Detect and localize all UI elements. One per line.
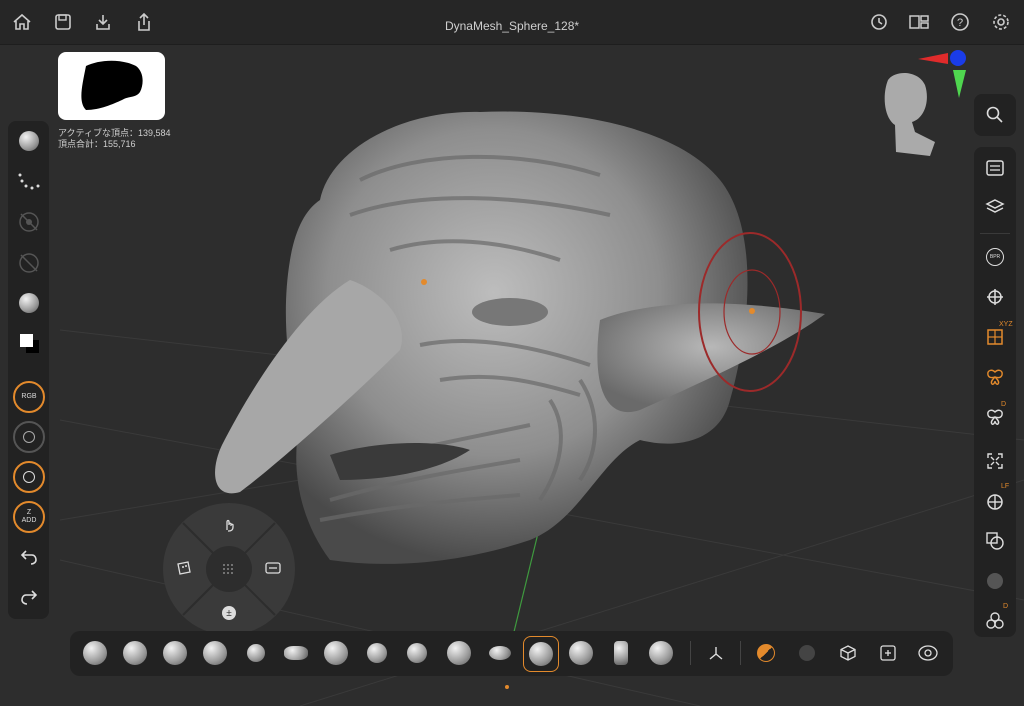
bpr-icon[interactable]: BPR <box>983 245 1007 269</box>
ghost-icon[interactable] <box>983 569 1007 593</box>
page-indicator <box>505 685 509 689</box>
active-vertices-label: アクティブな頂点：139,584 <box>58 128 171 138</box>
redo-icon[interactable] <box>17 585 41 609</box>
brush-curl-icon[interactable] <box>646 638 676 668</box>
texture-off-icon[interactable] <box>17 251 41 275</box>
d-label: D <box>1001 401 1007 408</box>
brush-trim-icon[interactable] <box>362 638 392 668</box>
info-icon[interactable] <box>913 638 943 668</box>
color-swatch-icon[interactable] <box>17 331 41 355</box>
z-add-icon[interactable]: Z ADD <box>13 501 45 533</box>
brush-snakehook-icon[interactable] <box>485 638 515 668</box>
subtool-icon[interactable]: D <box>983 603 1008 633</box>
brush-selected-icon[interactable] <box>523 636 559 672</box>
brush-planar-icon[interactable] <box>566 638 596 668</box>
left-toolbar: RGB Z ADD <box>8 121 49 619</box>
svg-text:?: ? <box>957 17 963 29</box>
add-label: ADD <box>21 517 37 524</box>
pie-menu[interactable]: ± <box>163 503 295 635</box>
layout-icon[interactable] <box>908 11 930 33</box>
focal-shift-icon[interactable] <box>13 461 45 493</box>
brush-cursor-dot <box>749 308 755 314</box>
brush-clay-icon[interactable] <box>80 638 110 668</box>
brush-inflate-icon[interactable] <box>241 638 271 668</box>
alpha-thumbnail[interactable] <box>58 52 165 120</box>
plus-minus-icon[interactable]: ± <box>218 602 240 624</box>
brush-bar <box>70 631 953 676</box>
history-icon[interactable] <box>867 11 889 33</box>
draw-mode-icon[interactable] <box>751 638 781 668</box>
stroke-mode-icon[interactable] <box>262 557 284 579</box>
brush-claytubes-icon[interactable] <box>120 638 150 668</box>
brush-standard-icon[interactable] <box>160 638 190 668</box>
goblin-head-model <box>215 111 825 564</box>
pivot-dot <box>421 279 427 285</box>
separator <box>740 641 741 665</box>
brush-pinch-icon[interactable] <box>321 638 351 668</box>
brush-mask-icon[interactable] <box>606 638 636 668</box>
brush-icon[interactable] <box>17 129 41 153</box>
rgb-label: RGB <box>21 393 37 400</box>
frame-select-icon[interactable] <box>873 638 903 668</box>
total-vertices-label: 頂点合計：155,716 <box>58 139 136 149</box>
brush-smooth-icon[interactable] <box>444 638 474 668</box>
menu-icon[interactable] <box>983 156 1007 180</box>
gesture-icon[interactable] <box>218 513 240 535</box>
orientation-gizmo[interactable] <box>884 50 966 156</box>
d2-label: D <box>1003 603 1009 610</box>
brush-flatten-icon[interactable] <box>402 638 432 668</box>
z-label: Z <box>26 509 32 516</box>
pie-center[interactable] <box>206 546 252 592</box>
vertex-stats: アクティブな頂点：139,584 頂点合計：155,716 <box>58 128 171 150</box>
alpha-off-icon[interactable] <box>17 210 41 234</box>
perspective-icon[interactable]: LF <box>983 483 1009 513</box>
symmetry-icon[interactable] <box>983 365 1007 389</box>
right-toolbar: BPR XYZ D LF D <box>974 147 1016 637</box>
polyframe-icon[interactable] <box>792 638 822 668</box>
xyz-label: XYZ <box>999 321 1013 328</box>
top-bar: DynaMesh_Sphere_128* ? <box>0 0 1024 45</box>
rgb-icon[interactable]: RGB <box>13 381 45 413</box>
separator <box>690 641 691 665</box>
search-icon[interactable] <box>983 103 1007 127</box>
search-panel <box>974 94 1016 136</box>
draw-size-icon[interactable] <box>13 421 45 453</box>
gizmo-icon[interactable] <box>701 638 731 668</box>
material-icon[interactable] <box>17 291 41 315</box>
transparency-icon[interactable] <box>983 529 1007 553</box>
brush-move-icon[interactable] <box>281 638 311 668</box>
paint-mode-icon[interactable] <box>173 557 195 579</box>
stroke-icon[interactable] <box>17 169 41 193</box>
move-icon[interactable] <box>983 285 1007 309</box>
frame-icon[interactable] <box>983 449 1007 473</box>
brush-damstandard-icon[interactable] <box>200 638 230 668</box>
mirror-icon[interactable]: D <box>983 401 1007 429</box>
settings-icon[interactable] <box>990 11 1012 33</box>
layers-icon[interactable] <box>983 195 1007 219</box>
help-icon[interactable]: ? <box>949 11 971 33</box>
undo-icon[interactable] <box>17 545 41 569</box>
lf-label: LF <box>1001 483 1010 490</box>
cube-icon[interactable] <box>833 638 863 668</box>
xyz-icon[interactable]: XYZ <box>983 321 1013 349</box>
